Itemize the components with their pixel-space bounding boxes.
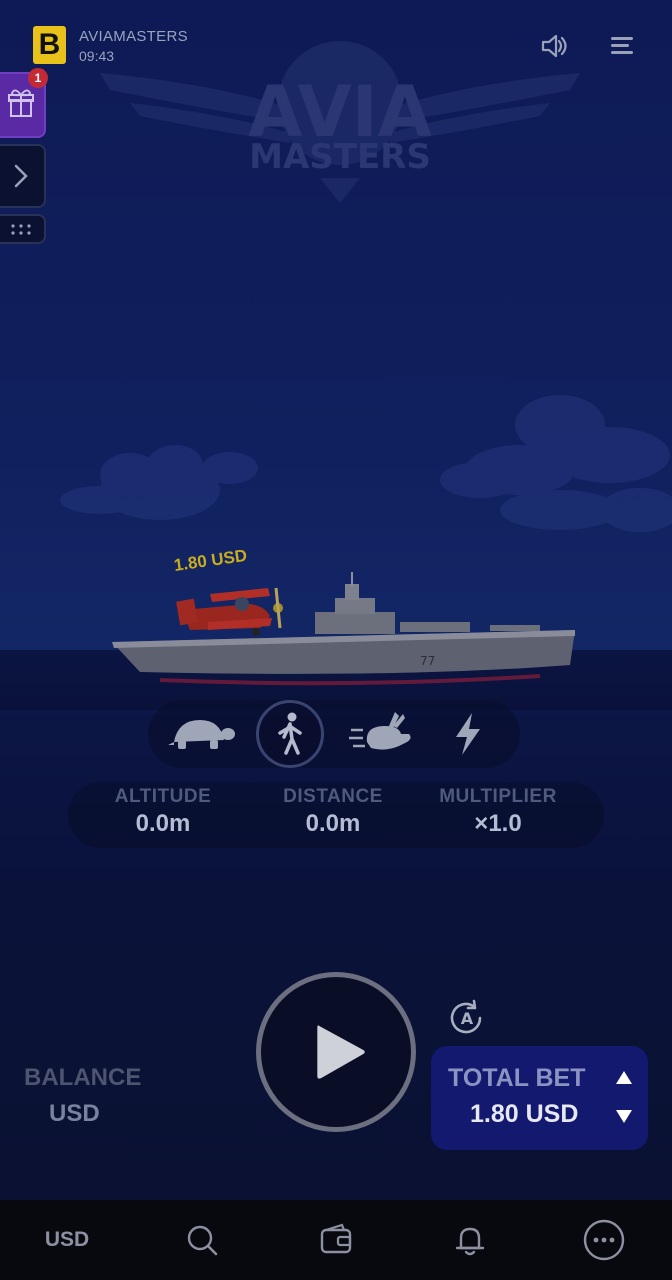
total-bet-label: TOTAL BET: [448, 1064, 586, 1092]
total-bet-panel: [431, 1046, 648, 1150]
game-logo: AVIA MASTERS: [90, 28, 590, 208]
distance-label: DISTANCE: [283, 786, 383, 807]
rabbit-icon: [349, 712, 411, 750]
triangle-up-icon: [616, 1071, 632, 1084]
search-icon: [187, 1225, 218, 1256]
svg-text:A: A: [461, 1009, 474, 1028]
walking-person-icon: [278, 712, 302, 755]
aircraft-carrier-scene: 77: [112, 572, 575, 686]
expand-panel-button[interactable]: [0, 144, 46, 208]
autoplay-button[interactable]: A: [447, 998, 487, 1038]
multiplier-value: ×1.0: [474, 810, 522, 837]
altitude-stat: ALTITUDE 0.0m: [78, 786, 248, 838]
lightning-icon: [456, 713, 480, 755]
nav-notifications[interactable]: [448, 1218, 492, 1262]
more-options-button[interactable]: [0, 214, 46, 244]
menu-icon[interactable]: [606, 30, 638, 62]
more-icon: [583, 1219, 625, 1261]
altitude-value: 0.0m: [135, 810, 191, 837]
nav-wallet[interactable]: [314, 1218, 358, 1262]
brand-logo: B: [33, 26, 66, 64]
increase-bet-button[interactable]: [612, 1066, 636, 1090]
cloud-layer: [0, 380, 672, 570]
dots-grid-icon: [11, 224, 31, 235]
turtle-icon: [168, 720, 235, 749]
speed-turbo-button[interactable]: [434, 700, 502, 768]
multiplier-label: MULTIPLIER: [439, 786, 557, 807]
nav-search[interactable]: [180, 1218, 224, 1262]
distance-value: 0.0m: [305, 810, 361, 837]
logo-text-masters: MASTERS: [249, 137, 431, 177]
decrease-bet-button[interactable]: [612, 1104, 636, 1128]
chevron-right-icon: [14, 164, 28, 188]
aircraft-carrier: 77: [112, 572, 575, 686]
game-screen: B AVIAMASTERS 09:43 AVIA MASTERS 1 77 1.…: [0, 0, 672, 1280]
balance-label: BALANCE: [24, 1064, 142, 1091]
svg-text:77: 77: [420, 654, 435, 668]
speed-slow-button[interactable]: [168, 700, 236, 768]
notification-badge: 1: [28, 68, 48, 88]
multiplier-stat: MULTIPLIER ×1.0: [413, 786, 583, 838]
balance-value: USD: [49, 1100, 100, 1127]
play-button[interactable]: [256, 972, 416, 1132]
nav-more[interactable]: [582, 1218, 626, 1262]
speed-fast-button[interactable]: [348, 700, 416, 768]
altitude-label: ALTITUDE: [114, 786, 212, 807]
bell-icon: [455, 1227, 485, 1256]
triangle-down-icon: [616, 1110, 632, 1123]
red-biplane: [176, 587, 283, 636]
nav-currency[interactable]: USD: [30, 1218, 104, 1262]
distance-stat: DISTANCE 0.0m: [248, 786, 418, 838]
play-icon: [317, 1025, 365, 1079]
autoplay-icon: A: [450, 999, 482, 1034]
wallet-icon: [320, 1223, 352, 1254]
total-bet-value: 1.80 USD: [470, 1100, 579, 1128]
speed-normal-button[interactable]: [256, 700, 324, 768]
